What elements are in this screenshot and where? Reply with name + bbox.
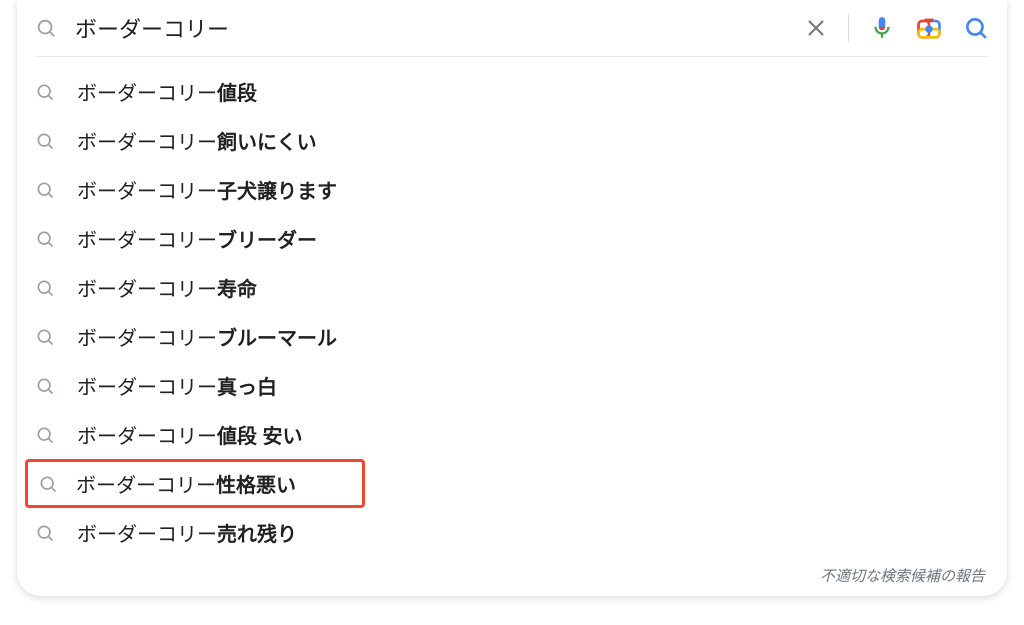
report-suggestions-link[interactable]: 不適切な検索候補の報告 bbox=[17, 561, 1007, 588]
suggestion-base-text: ボーダーコリー bbox=[77, 273, 217, 302]
divider bbox=[848, 14, 849, 42]
suggestions-list: ボーダーコリー 値段ボーダーコリー 飼いにくいボーダーコリー子犬譲りますボーダー… bbox=[17, 57, 1007, 561]
suggestion-bold-text: 飼いにくい bbox=[217, 126, 317, 155]
search-input[interactable] bbox=[75, 15, 804, 41]
suggestion-text: ボーダーコリー ブリーダー bbox=[77, 224, 317, 253]
suggestion-item[interactable]: ボーダーコリー 飼いにくい bbox=[17, 116, 1007, 165]
suggestion-base-text: ボーダーコリー bbox=[77, 175, 217, 204]
clear-button[interactable] bbox=[804, 16, 828, 40]
suggestion-bold-text: 寿命 bbox=[217, 273, 257, 302]
search-icon bbox=[35, 17, 57, 39]
suggestion-bold-text: 値段 bbox=[217, 77, 257, 106]
suggestion-item[interactable]: ボーダーコリー 値段 安い bbox=[17, 410, 1007, 459]
suggestion-item[interactable]: ボーダーコリー子犬譲ります bbox=[17, 165, 1007, 214]
suggestion-text: ボーダーコリー ブルーマール bbox=[77, 322, 337, 351]
search-icon bbox=[35, 278, 55, 298]
suggestion-item[interactable]: ボーダーコリー ブルーマール bbox=[17, 312, 1007, 361]
suggestion-text: ボーダーコリー売れ残り bbox=[77, 518, 297, 547]
suggestion-bold-text: 性格悪い bbox=[216, 469, 296, 498]
suggestion-text: ボーダーコリー 飼いにくい bbox=[77, 126, 317, 155]
suggestion-bold-text: ブルーマール bbox=[217, 322, 337, 351]
suggestion-text: ボーダーコリー 値段 安い bbox=[77, 420, 303, 449]
suggestion-base-text: ボーダーコリー bbox=[77, 224, 217, 253]
suggestion-base-text: ボーダーコリー bbox=[77, 322, 217, 351]
suggestion-item[interactable]: ボーダーコリー 性格悪い bbox=[25, 459, 365, 508]
search-icon bbox=[35, 131, 55, 151]
suggestion-bold-text: 真っ白 bbox=[217, 371, 277, 400]
suggestion-item[interactable]: ボーダーコリー 値段 bbox=[17, 67, 1007, 116]
suggestion-bold-text: 値段 安い bbox=[217, 420, 303, 449]
suggestion-text: ボーダーコリー 真っ白 bbox=[77, 371, 277, 400]
suggestion-bold-text: 子犬譲ります bbox=[217, 175, 337, 204]
suggestion-item[interactable]: ボーダーコリー 真っ白 bbox=[17, 361, 1007, 410]
suggestion-bold-text: ブリーダー bbox=[217, 224, 317, 253]
search-icon bbox=[35, 327, 55, 347]
search-icon bbox=[35, 229, 55, 249]
search-icon bbox=[35, 180, 55, 200]
suggestion-base-text: ボーダーコリー bbox=[77, 371, 217, 400]
search-bar bbox=[17, 0, 1007, 56]
search-dropdown: ボーダーコリー 値段ボーダーコリー 飼いにくいボーダーコリー子犬譲りますボーダー… bbox=[17, 0, 1007, 596]
search-icon bbox=[35, 425, 55, 445]
suggestion-text: ボーダーコリー 寿命 bbox=[77, 273, 257, 302]
suggestion-text: ボーダーコリー子犬譲ります bbox=[77, 175, 337, 204]
suggestion-item[interactable]: ボーダーコリー ブリーダー bbox=[17, 214, 1007, 263]
search-button[interactable] bbox=[963, 15, 989, 41]
suggestion-bold-text: 売れ残り bbox=[217, 518, 297, 547]
suggestion-text: ボーダーコリー 性格悪い bbox=[76, 469, 296, 498]
voice-search-icon[interactable] bbox=[869, 15, 895, 41]
suggestion-base-text: ボーダーコリー bbox=[77, 420, 217, 449]
search-icon bbox=[38, 474, 58, 494]
suggestion-text: ボーダーコリー 値段 bbox=[77, 77, 257, 106]
suggestion-base-text: ボーダーコリー bbox=[77, 126, 217, 155]
image-search-icon[interactable] bbox=[915, 14, 943, 42]
suggestion-item[interactable]: ボーダーコリー 寿命 bbox=[17, 263, 1007, 312]
suggestion-base-text: ボーダーコリー bbox=[76, 469, 216, 498]
search-icon bbox=[35, 523, 55, 543]
search-icon bbox=[35, 82, 55, 102]
search-icon bbox=[35, 376, 55, 396]
search-actions bbox=[804, 14, 989, 42]
suggestion-base-text: ボーダーコリー bbox=[77, 518, 217, 547]
suggestion-item[interactable]: ボーダーコリー売れ残り bbox=[17, 508, 1007, 557]
suggestion-base-text: ボーダーコリー bbox=[77, 77, 217, 106]
